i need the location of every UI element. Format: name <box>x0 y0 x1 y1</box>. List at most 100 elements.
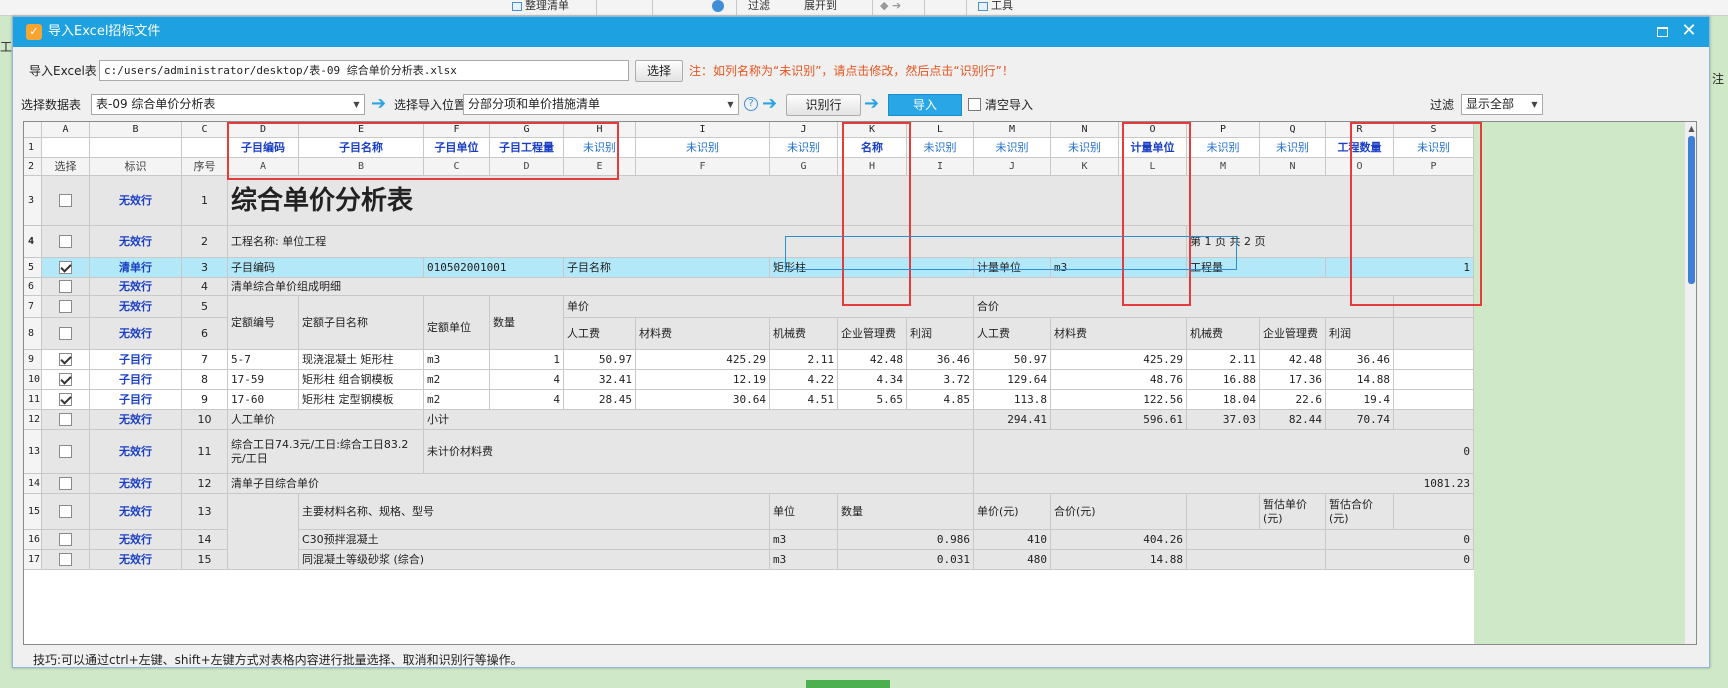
row-checkbox-cell[interactable] <box>42 474 90 494</box>
mapping-unrecognized[interactable]: 未识别 <box>907 138 974 158</box>
row-tag[interactable]: 清单行 <box>90 258 182 278</box>
col-header-P[interactable]: P <box>1187 122 1260 138</box>
mapping-code[interactable]: 子目编码 <box>228 138 299 158</box>
col-header-J[interactable]: J <box>770 122 838 138</box>
scroll-up-icon[interactable]: ▲ <box>1685 124 1696 134</box>
row-tag[interactable]: 子目行 <box>90 350 182 370</box>
col-header-R[interactable]: R <box>1326 122 1394 138</box>
row-checkbox-cell[interactable] <box>42 530 90 550</box>
row-tag[interactable]: 无效行 <box>90 176 182 226</box>
mapping-measure-unit[interactable]: 计量单位 <box>1119 138 1187 158</box>
scroll-thumb[interactable] <box>1688 136 1695 284</box>
import-button[interactable]: 导入 <box>888 94 962 116</box>
identify-row-button[interactable]: 识别行 <box>786 94 861 116</box>
row-checkbox[interactable] <box>59 393 72 406</box>
col-header-G[interactable]: G <box>490 122 564 138</box>
mapping-unrecognized[interactable]: 未识别 <box>770 138 838 158</box>
row-checkbox-cell[interactable] <box>42 390 90 410</box>
maximize-icon[interactable] <box>1655 24 1669 38</box>
row-checkbox[interactable] <box>59 505 72 518</box>
mapping-unrecognized[interactable]: 未识别 <box>636 138 770 158</box>
row-checkbox[interactable] <box>59 353 72 366</box>
mapping-name[interactable]: 子目名称 <box>299 138 424 158</box>
row-checkbox-cell[interactable] <box>42 318 90 350</box>
row-checkbox[interactable] <box>59 280 72 293</box>
col-header-N[interactable]: N <box>1051 122 1119 138</box>
col-header-F[interactable]: F <box>424 122 490 138</box>
row-checkbox[interactable] <box>59 553 72 566</box>
col-header-I[interactable]: I <box>636 122 770 138</box>
file-path-input[interactable]: c:/users/administrator/desktop/表-09 综合单价… <box>99 60 629 81</box>
mapping-project-qty[interactable]: 工程数量 <box>1326 138 1394 158</box>
mapping-unit[interactable]: 子目单位 <box>424 138 490 158</box>
toolbar-tools[interactable]: 工具 <box>978 0 1034 15</box>
row-checkbox[interactable] <box>59 477 72 490</box>
move-arrows-icon[interactable]: ◆ ➔ <box>880 0 916 15</box>
row-checkbox-cell[interactable] <box>42 258 90 278</box>
mapping-unrecognized[interactable]: 未识别 <box>1260 138 1326 158</box>
help-icon[interactable]: ? <box>744 97 758 111</box>
choose-button[interactable]: 选择 <box>635 60 683 82</box>
row-checkbox-cell[interactable] <box>42 226 90 258</box>
row-checkbox[interactable] <box>59 373 72 386</box>
vertical-scrollbar[interactable]: ▲ <box>1684 122 1696 644</box>
col-header-B[interactable]: B <box>90 122 182 138</box>
col-header-E[interactable]: E <box>299 122 424 138</box>
datasheet-select[interactable]: 表-09 综合单价分析表 ▼ <box>91 94 365 115</box>
row-tag[interactable]: 无效行 <box>90 226 182 258</box>
filter-select[interactable]: 显示全部 ▼ <box>1461 94 1543 115</box>
mapping-title[interactable]: 名称 <box>838 138 907 158</box>
row-tag[interactable]: 无效行 <box>90 410 182 430</box>
row-tag[interactable]: 无效行 <box>90 550 182 570</box>
row-checkbox[interactable] <box>59 300 72 313</box>
row-tag[interactable]: 无效行 <box>90 530 182 550</box>
col-header-S[interactable]: S <box>1394 122 1474 138</box>
row-checkbox[interactable] <box>59 235 72 248</box>
row-checkbox-cell[interactable] <box>42 296 90 318</box>
position-select[interactable]: 分部分项和单价措施清单 ▼ <box>463 94 739 115</box>
mapping-quantity[interactable]: 子目工程量 <box>490 138 564 158</box>
col-header-C[interactable]: C <box>182 122 228 138</box>
row-checkbox-cell[interactable] <box>42 410 90 430</box>
row-checkbox-cell[interactable] <box>42 350 90 370</box>
col-header-Q[interactable]: Q <box>1260 122 1326 138</box>
clear-icon[interactable] <box>712 0 728 15</box>
row-checkbox[interactable] <box>59 413 72 426</box>
row-tag[interactable]: 无效行 <box>90 430 182 474</box>
col-header-H[interactable]: H <box>564 122 636 138</box>
mapping-unrecognized[interactable]: 未识别 <box>1394 138 1474 158</box>
mapping-unrecognized[interactable]: 未识别 <box>1051 138 1119 158</box>
row-checkbox-cell[interactable] <box>42 370 90 390</box>
toolbar-expand-to[interactable]: 展开到 <box>804 0 864 15</box>
col-header-M[interactable]: M <box>974 122 1051 138</box>
col-header-O[interactable]: O <box>1119 122 1187 138</box>
row-checkbox[interactable] <box>59 194 72 207</box>
row-checkbox-cell[interactable] <box>42 176 90 226</box>
row-checkbox[interactable] <box>59 533 72 546</box>
row-tag[interactable]: 无效行 <box>90 494 182 530</box>
bottom-expand-tab[interactable] <box>806 680 890 688</box>
row-checkbox-cell[interactable] <box>42 278 90 296</box>
col-header-D[interactable]: D <box>228 122 299 138</box>
mapping-unrecognized[interactable]: 未识别 <box>564 138 636 158</box>
toolbar-filter[interactable]: 过滤 <box>748 0 788 15</box>
col-header-A[interactable]: A <box>42 122 90 138</box>
row-checkbox[interactable] <box>59 261 72 274</box>
clear-import-checkbox[interactable] <box>968 98 981 111</box>
row-tag[interactable]: 无效行 <box>90 474 182 494</box>
row-checkbox[interactable] <box>59 327 72 340</box>
row-checkbox-cell[interactable] <box>42 494 90 530</box>
col-header-K[interactable]: K <box>838 122 907 138</box>
row-checkbox-cell[interactable] <box>42 430 90 474</box>
row-tag[interactable]: 子目行 <box>90 390 182 410</box>
row-tag[interactable]: 子目行 <box>90 370 182 390</box>
row-checkbox[interactable] <box>59 445 72 458</box>
row-checkbox-cell[interactable] <box>42 550 90 570</box>
mapping-unrecognized[interactable]: 未识别 <box>974 138 1051 158</box>
row-tag[interactable]: 无效行 <box>90 318 182 350</box>
row-tag[interactable]: 无效行 <box>90 296 182 318</box>
mapping-unrecognized[interactable]: 未识别 <box>1187 138 1260 158</box>
col-header-L[interactable]: L <box>907 122 974 138</box>
close-icon[interactable]: ✕ <box>1679 21 1699 41</box>
row-tag[interactable]: 无效行 <box>90 278 182 296</box>
